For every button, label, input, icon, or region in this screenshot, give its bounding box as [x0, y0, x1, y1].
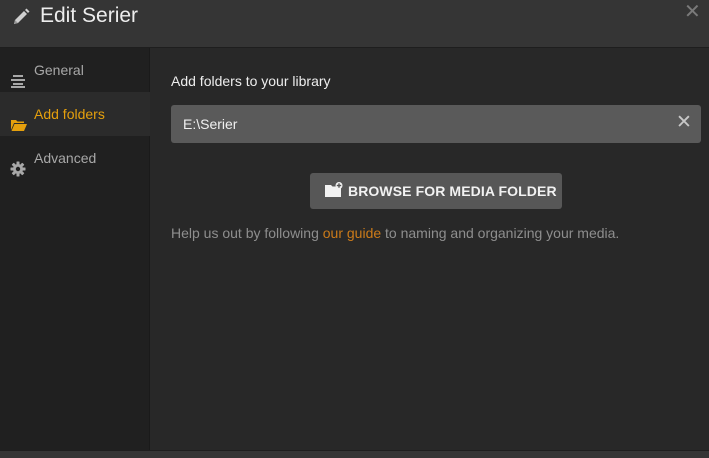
remove-folder-icon[interactable]: ✕ — [676, 113, 692, 132]
gear-icon — [10, 150, 26, 177]
folder-path-field: ✕ — [171, 105, 701, 143]
close-icon[interactable]: ✕ — [684, 2, 701, 22]
sidebar: General Add folders Advanced — [0, 48, 150, 450]
add-folder-icon — [325, 182, 343, 198]
sidebar-item-advanced[interactable]: Advanced — [0, 136, 150, 180]
dialog-header: Edit Serier ✕ — [0, 0, 709, 48]
browse-button-label: BROWSE FOR MEDIA FOLDER — [348, 183, 557, 199]
section-label: Add folders to your library — [171, 73, 331, 89]
help-text-after: to naming and organizing your media. — [381, 225, 620, 241]
sidebar-item-label: General — [34, 62, 84, 78]
sidebar-item-label: Add folders — [34, 106, 105, 122]
browse-media-folder-button[interactable]: BROWSE FOR MEDIA FOLDER — [310, 173, 562, 209]
main-panel: Add folders to your library ✕ BROWSE FOR… — [150, 48, 709, 450]
folder-open-icon — [10, 106, 27, 131]
dialog-footer — [0, 450, 709, 458]
sidebar-item-label: Advanced — [34, 150, 97, 166]
folder-path-input[interactable] — [171, 105, 661, 143]
help-text: Help us out by following our guide to na… — [171, 225, 619, 241]
sidebar-item-general[interactable]: General — [0, 48, 150, 92]
dialog-title: Edit Serier — [40, 4, 139, 27]
pencil-icon — [11, 7, 31, 27]
help-text-before: Help us out by following — [171, 225, 323, 241]
guide-link[interactable]: our guide — [323, 225, 381, 241]
sidebar-item-add-folders[interactable]: Add folders — [0, 92, 150, 136]
align-lines-icon — [10, 62, 26, 88]
